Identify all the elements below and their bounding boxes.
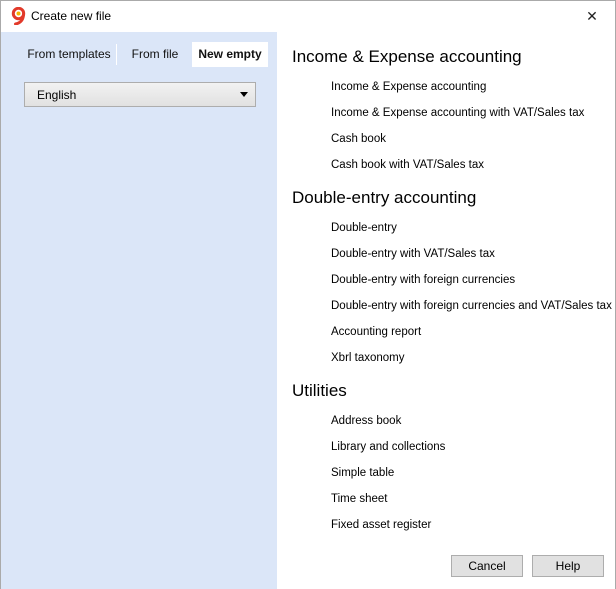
item-cash-book[interactable]: Cash book: [331, 133, 386, 145]
item-time-sheet[interactable]: Time sheet: [331, 493, 387, 505]
section-title-double-entry: Double-entry accounting: [292, 188, 477, 207]
window-title: Create new file: [31, 9, 112, 23]
item-income-expense[interactable]: Income & Expense accounting: [331, 81, 486, 93]
tab-new-empty[interactable]: New empty: [192, 42, 268, 67]
item-income-expense-vat[interactable]: Income & Expense accounting with VAT/Sal…: [331, 107, 584, 119]
title-bar[interactable]: Create new file ✕: [1, 1, 615, 32]
banana-logo-icon: [10, 6, 27, 26]
close-icon: ✕: [586, 8, 598, 24]
tab-from-file[interactable]: From file: [120, 42, 190, 67]
item-xbrl-taxonomy[interactable]: Xbrl taxonomy: [331, 352, 405, 364]
item-double-entry-fx-vat[interactable]: Double-entry with foreign currencies and…: [331, 300, 612, 312]
item-double-entry-vat[interactable]: Double-entry with VAT/Sales tax: [331, 248, 495, 260]
section-title-income-expense: Income & Expense accounting: [292, 47, 522, 66]
cancel-button[interactable]: Cancel: [451, 555, 523, 577]
tab-divider: [116, 44, 117, 65]
item-cash-book-vat[interactable]: Cash book with VAT/Sales tax: [331, 159, 484, 171]
tab-from-templates[interactable]: From templates: [23, 42, 115, 67]
left-pane: From templates From file New empty Engli…: [1, 32, 277, 589]
item-address-book[interactable]: Address book: [331, 415, 401, 427]
language-dropdown[interactable]: English: [24, 82, 256, 107]
item-double-entry[interactable]: Double-entry: [331, 222, 397, 234]
section-title-utilities: Utilities: [292, 381, 347, 400]
template-list-pane: Income & Expense accounting Income & Exp…: [277, 32, 615, 589]
chevron-down-icon: [240, 92, 248, 97]
item-double-entry-fx[interactable]: Double-entry with foreign currencies: [331, 274, 515, 286]
item-simple-table[interactable]: Simple table: [331, 467, 394, 479]
create-new-file-dialog: Create new file ✕ From templates From fi…: [0, 0, 616, 589]
close-button[interactable]: ✕: [569, 1, 615, 32]
item-accounting-report[interactable]: Accounting report: [331, 326, 421, 338]
help-button[interactable]: Help: [532, 555, 604, 577]
item-library-collections[interactable]: Library and collections: [331, 441, 445, 453]
item-fixed-asset-register[interactable]: Fixed asset register: [331, 519, 431, 531]
language-dropdown-value: English: [37, 88, 77, 102]
